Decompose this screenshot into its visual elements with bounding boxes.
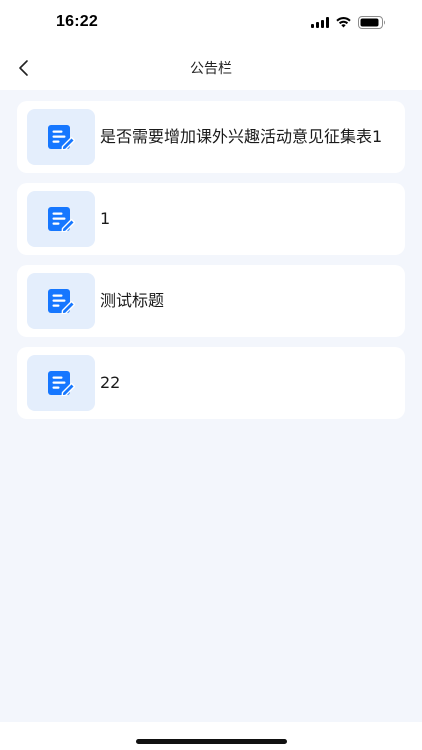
notice-title: 测试标题 [100, 291, 165, 310]
cellular-signal-icon [311, 16, 329, 28]
notice-title: 1 [100, 209, 111, 228]
screen: 16:22 公告栏 是否需要增加课外兴趣活动意见征集表1 1 测试标题 22 [0, 0, 422, 750]
page-title: 公告栏 [190, 61, 232, 77]
notice-title: 22 [100, 373, 121, 392]
document-edit-icon [48, 371, 75, 396]
notice-card[interactable]: 是否需要增加课外兴趣活动意见征集表1 [17, 101, 405, 173]
notice-icon-box [27, 191, 95, 247]
bottom-safe-area [0, 722, 422, 750]
notice-icon-box [27, 273, 95, 329]
status-bar: 16:22 [0, 0, 422, 46]
status-icons [311, 15, 386, 29]
nav-bar: 公告栏 [0, 46, 422, 90]
notice-list: 是否需要增加课外兴趣活动意见征集表1 1 测试标题 22 [17, 101, 405, 419]
document-edit-icon [48, 289, 75, 314]
document-edit-icon [48, 125, 75, 150]
document-edit-icon [48, 207, 75, 232]
battery-icon [358, 15, 386, 29]
status-time: 16:22 [56, 13, 98, 30]
notice-card[interactable]: 22 [17, 347, 405, 419]
notice-icon-box [27, 109, 95, 165]
notice-list-area: 是否需要增加课外兴趣活动意见征集表1 1 测试标题 22 [0, 90, 422, 722]
notice-card[interactable]: 测试标题 [17, 265, 405, 337]
notice-icon-box [27, 355, 95, 411]
home-indicator[interactable] [136, 739, 287, 744]
notice-card[interactable]: 1 [17, 183, 405, 255]
wifi-icon [335, 16, 352, 28]
notice-title: 是否需要增加课外兴趣活动意见征集表1 [100, 127, 383, 146]
